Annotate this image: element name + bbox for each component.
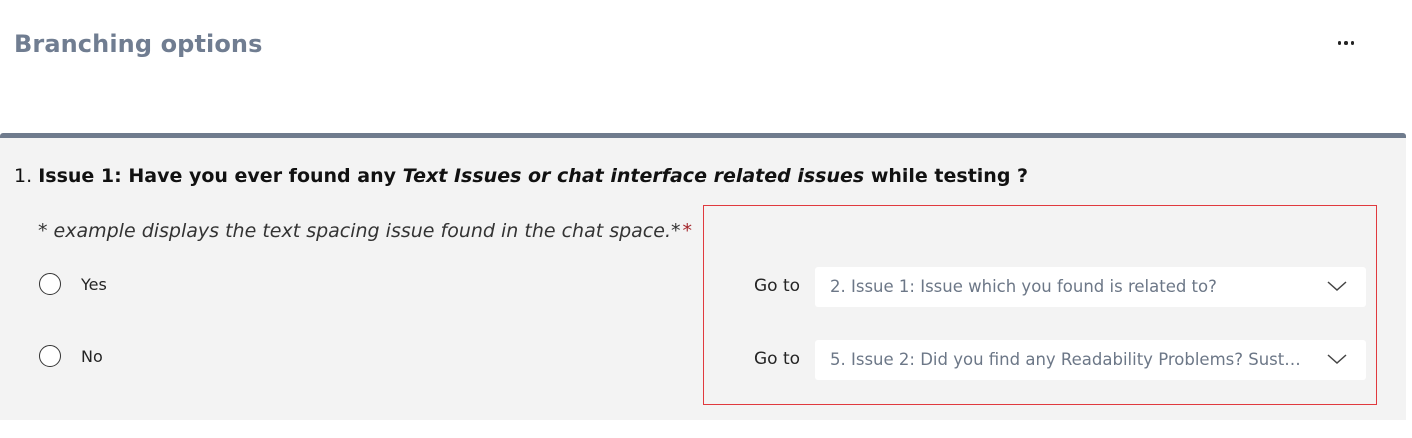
radio-button-no[interactable] [39, 345, 61, 367]
more-horizontal-icon [1337, 41, 1342, 45]
more-options-button[interactable] [1330, 28, 1362, 58]
question-title-part2: while testing ? [864, 165, 1029, 187]
goto-label-yes: Go to [754, 276, 801, 296]
goto-dropdown-no[interactable]: 5. Issue 2: Did you find any Readability… [815, 340, 1366, 380]
chevron-down-icon [1327, 354, 1347, 365]
branching-highlight-box: Go to 2. Issue 1: Issue which you found … [703, 205, 1377, 405]
chevron-down-icon [1327, 281, 1347, 292]
page-title: Branching options [14, 30, 263, 58]
goto-label-no: Go to [754, 349, 801, 369]
question-subtitle-text: * example displays the text spacing issu… [38, 220, 681, 242]
option-label-no: No [81, 346, 103, 366]
question-title: 1. Issue 1: Have you ever found any Text… [14, 165, 1028, 187]
option-no[interactable]: No [39, 341, 103, 371]
goto-dropdown-yes-value: 2. Issue 1: Issue which you found is rel… [830, 277, 1217, 296]
more-horizontal-icon-dot [1350, 41, 1355, 45]
question-subtitle: * example displays the text spacing issu… [38, 220, 692, 242]
option-label-yes: Yes [81, 274, 107, 294]
question-title-part1: Have you ever found any [121, 165, 403, 187]
radio-button-yes[interactable] [39, 273, 61, 295]
page-header: Branching options [0, 0, 1412, 132]
question-title-prefix: Issue 1: [38, 165, 122, 187]
more-horizontal-icon-dot [1344, 41, 1348, 45]
question-title-italic: Text Issues or chat interface related is… [402, 165, 865, 187]
question-card: 1. Issue 1: Have you ever found any Text… [0, 133, 1406, 420]
required-mark: * [682, 220, 692, 242]
goto-dropdown-yes[interactable]: 2. Issue 1: Issue which you found is rel… [815, 267, 1366, 307]
question-number: 1. [14, 165, 33, 187]
option-yes[interactable]: Yes [39, 269, 107, 299]
goto-dropdown-no-value: 5. Issue 2: Did you find any Readability… [830, 350, 1310, 369]
